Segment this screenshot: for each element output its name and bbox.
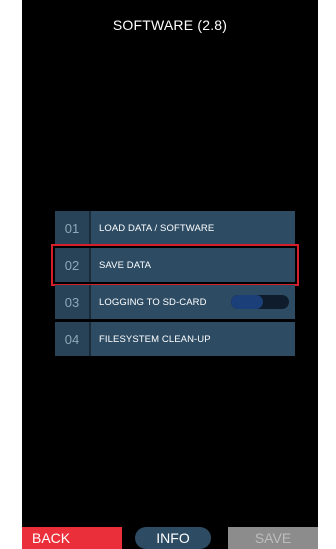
software-menu: 01 LOAD DATA / SOFTWARE 02 SAVE DATA 03 … xyxy=(51,211,299,359)
menu-item-label: FILESYSTEM CLEAN-UP xyxy=(99,333,211,345)
menu-item-save-data[interactable]: 02 SAVE DATA xyxy=(51,244,299,286)
menu-item-number: 02 xyxy=(55,248,91,282)
menu-item-filesystem-clean-up[interactable]: 04 FILESYSTEM CLEAN-UP xyxy=(55,322,295,356)
bottom-bar: BACK INFO SAVE xyxy=(22,527,318,549)
logging-toggle-fill xyxy=(231,295,263,309)
menu-item-number: 03 xyxy=(55,285,91,319)
menu-item-number: 04 xyxy=(55,322,91,356)
page-title: SOFTWARE (2.8) xyxy=(112,17,228,33)
back-button[interactable]: BACK xyxy=(22,527,122,549)
device-screen: SOFTWARE (2.8) 01 LOAD DATA / SOFTWARE 0… xyxy=(22,0,318,549)
menu-item-logging-to-sd-card[interactable]: 03 LOGGING TO SD-CARD xyxy=(55,285,295,319)
menu-item-label: SAVE DATA xyxy=(99,259,152,271)
menu-item-number: 01 xyxy=(55,211,91,245)
info-button[interactable]: INFO xyxy=(135,527,211,549)
menu-item-load-data-software[interactable]: 01 LOAD DATA / SOFTWARE xyxy=(55,211,295,245)
save-button[interactable]: SAVE xyxy=(228,527,318,549)
menu-item-label: LOAD DATA / SOFTWARE xyxy=(99,222,215,234)
logging-toggle[interactable] xyxy=(231,295,289,309)
